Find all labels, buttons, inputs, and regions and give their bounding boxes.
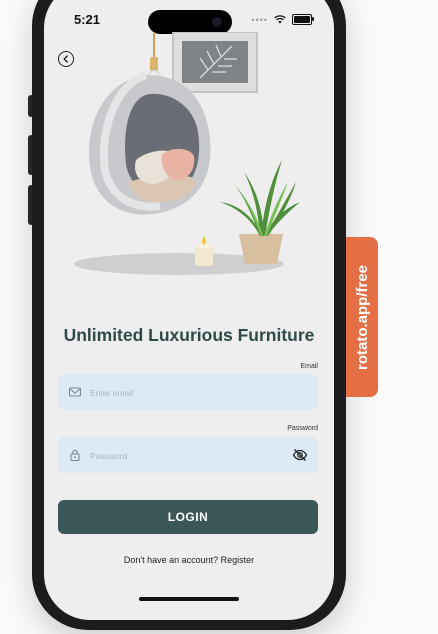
wifi-icon: [274, 15, 286, 24]
dynamic-island: [148, 10, 232, 34]
home-indicator: [139, 597, 239, 601]
password-field-container[interactable]: [58, 437, 318, 475]
camera-icon: [212, 17, 222, 27]
battery-icon: [292, 14, 314, 25]
signal-icon: ••••: [251, 14, 268, 25]
lock-icon: [70, 449, 80, 462]
login-button[interactable]: LOGIN: [58, 500, 318, 534]
email-label: Email: [300, 363, 318, 370]
status-icons: ••••: [251, 14, 314, 25]
register-link[interactable]: Don't have an account? Register: [44, 555, 334, 565]
mail-icon: [68, 387, 82, 397]
furniture-illustration: [74, 32, 300, 275]
page-title: Unlimited Luxurious Furniture: [63, 325, 315, 345]
promo-label: rotato.app/free: [353, 264, 371, 370]
password-input[interactable]: [88, 437, 282, 475]
phone-screen: 5:21 •••• Unlimited Luxurious Furniture …: [44, 0, 334, 620]
email-input[interactable]: [88, 374, 282, 412]
email-field-container[interactable]: [58, 374, 318, 412]
password-label: Password: [287, 425, 318, 432]
eye-off-icon[interactable]: [292, 447, 308, 463]
status-time: 5:21: [74, 12, 101, 27]
promo-tab[interactable]: rotato.app/free: [346, 237, 378, 397]
